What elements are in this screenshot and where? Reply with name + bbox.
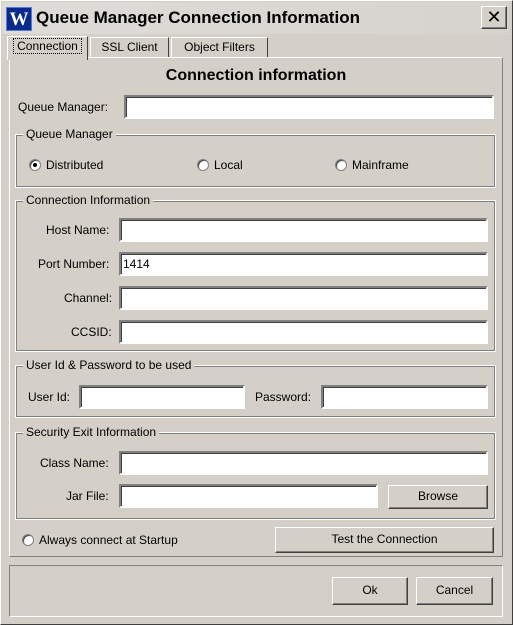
radio-mainframe[interactable] (335, 159, 347, 171)
host-name-label: Host Name: (46, 223, 110, 237)
tab-ssl-client[interactable]: SSL Client (90, 37, 169, 58)
channel-label: Channel: (64, 291, 113, 305)
always-connect-label[interactable]: Always connect at Startup (39, 533, 178, 547)
port-number-input[interactable]: 1414 (119, 252, 488, 276)
host-name-input[interactable] (119, 218, 488, 242)
tab-ssl-client-label: SSL Client (101, 40, 158, 54)
test-connection-button[interactable]: Test the Connection (275, 527, 494, 553)
password-label: Password: (255, 390, 312, 404)
app-icon: W (6, 7, 32, 31)
port-number-label: Port Number: (38, 257, 110, 271)
radio-distributed-label[interactable]: Distributed (46, 158, 103, 172)
channel-input[interactable] (119, 286, 488, 310)
tab-object-filters[interactable]: Object Filters (171, 37, 268, 58)
user-id-label: User Id: (28, 390, 71, 404)
cancel-button[interactable]: Cancel (416, 577, 493, 605)
jar-file-label: Jar File: (66, 489, 109, 503)
panel-heading: Connection information (165, 67, 347, 84)
class-name-label: Class Name: (40, 456, 109, 470)
close-button[interactable]: ✕ (481, 6, 507, 29)
window-title: Queue Manager Connection Information (36, 8, 360, 27)
ccsid-label: CCSID: (71, 325, 112, 339)
close-icon: ✕ (486, 7, 502, 27)
queue-manager-label: Queue Manager: (18, 100, 109, 114)
queue-manager-type-legend: Queue Manager (23, 127, 116, 141)
credentials-legend: User Id & Password to be used (23, 358, 195, 372)
radio-local[interactable] (197, 159, 209, 171)
radio-distributed[interactable] (29, 159, 41, 171)
password-input[interactable] (321, 385, 488, 409)
jar-file-input[interactable] (119, 484, 378, 508)
radio-local-label[interactable]: Local (214, 158, 243, 172)
always-connect-radio[interactable] (22, 534, 34, 546)
browse-button[interactable]: Browse (388, 485, 488, 509)
class-name-input[interactable] (119, 451, 488, 475)
user-id-input[interactable] (79, 385, 245, 409)
queue-manager-input[interactable] (124, 95, 494, 119)
tab-connection[interactable]: Connection (7, 36, 88, 60)
tab-connection-label: Connection (13, 38, 82, 54)
radio-mainframe-label[interactable]: Mainframe (352, 158, 409, 172)
tab-object-filters-label: Object Filters (184, 40, 255, 54)
ccsid-input[interactable] (119, 320, 488, 344)
security-exit-legend: Security Exit Information (23, 425, 160, 439)
ok-button[interactable]: Ok (332, 577, 408, 605)
connection-info-legend: Connection Information (23, 193, 154, 207)
